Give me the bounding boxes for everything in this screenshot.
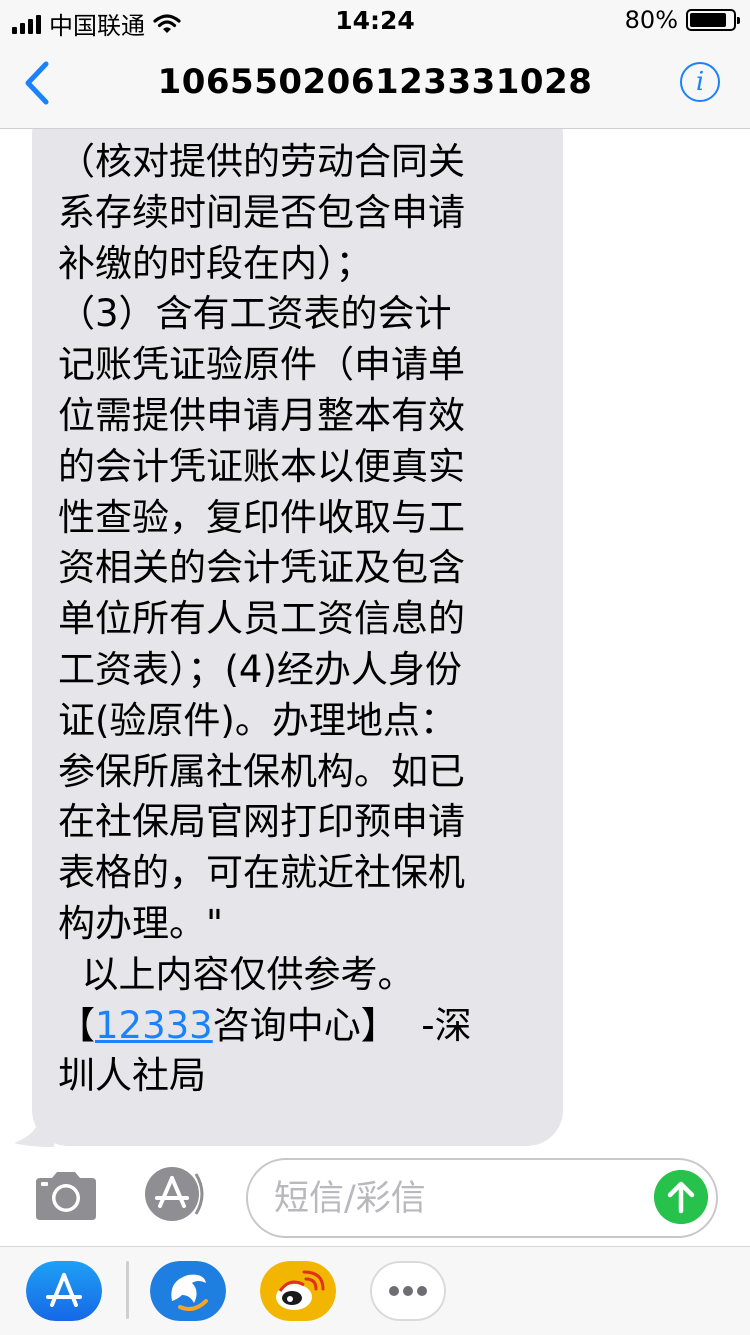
message-line: 工资表）；(4)经办人身份 (58, 647, 462, 691)
message-line: 构办理。" (58, 901, 224, 945)
message-line: （3）含有工资表的会计 (58, 292, 452, 336)
status-right: 80% (624, 6, 740, 34)
message-line: 以上内容仅供参考。 (58, 952, 415, 996)
message-input-field[interactable] (246, 1158, 718, 1238)
message-line: 系存续时间是否包含申请 (58, 190, 465, 234)
camera-icon[interactable] (32, 1170, 100, 1222)
message-line: 位需提供申请月整本有效 (58, 393, 465, 437)
tray-divider (126, 1261, 129, 1319)
footer-text: 咨询中心】 -深 (212, 1003, 472, 1047)
message-line: （核对提供的劳动合同关 (58, 140, 465, 183)
dolphin-app-icon[interactable] (150, 1261, 226, 1321)
incoming-message-bubble[interactable]: （核对提供的劳动合同关 系存续时间是否包含申请 补缴的时段在内）； （3）含有工… (32, 129, 563, 1146)
more-icon[interactable] (370, 1261, 446, 1321)
message-line: 圳人社局 (58, 1054, 206, 1098)
app-store-icon[interactable] (26, 1261, 102, 1321)
message-line: 记账凭证验原件（申请单 (58, 343, 465, 387)
weibo-icon[interactable] (260, 1261, 336, 1321)
message-line: 单位所有人员工资信息的 (58, 597, 465, 641)
message-line: 性查验，复印件收取与工 (58, 495, 465, 539)
message-line: 表格的，可在就近社保机 (58, 851, 465, 895)
conversation-header: 106550206123331028 i (0, 40, 750, 129)
message-footer-line: 【12333咨询中心】 -深 (58, 1001, 543, 1052)
send-arrow-icon[interactable] (654, 1170, 708, 1224)
message-input[interactable] (272, 1170, 646, 1228)
compose-bar (0, 1150, 750, 1246)
message-line: 的会计凭证账本以便真实 (58, 444, 465, 488)
message-line: 补缴的时段在内）； (58, 241, 373, 285)
sender-number: 106550206123331028 (157, 62, 593, 102)
imessage-app-tray (0, 1246, 750, 1335)
message-line: 参保所属社保机构。如已 (58, 749, 465, 793)
app-store-icon[interactable] (140, 1164, 210, 1224)
battery-icon (686, 9, 740, 31)
message-line: 资相关的会计凭证及包含 (58, 546, 465, 590)
message-list: （核对提供的劳动合同关 系存续时间是否包含申请 补缴的时段在内）； （3）含有工… (0, 129, 750, 1150)
info-icon[interactable]: i (680, 62, 720, 102)
message-line: 在社保局官网打印预申请 (58, 800, 465, 844)
phone-number-link[interactable]: 12333 (95, 1004, 213, 1047)
footer-bracket-open: 【 (58, 1003, 95, 1047)
message-line: 证(验原件)。办理地点： (58, 698, 457, 742)
status-bar: 中国联通 14:24 80% (0, 0, 750, 40)
battery-percent: 80% (624, 6, 678, 34)
